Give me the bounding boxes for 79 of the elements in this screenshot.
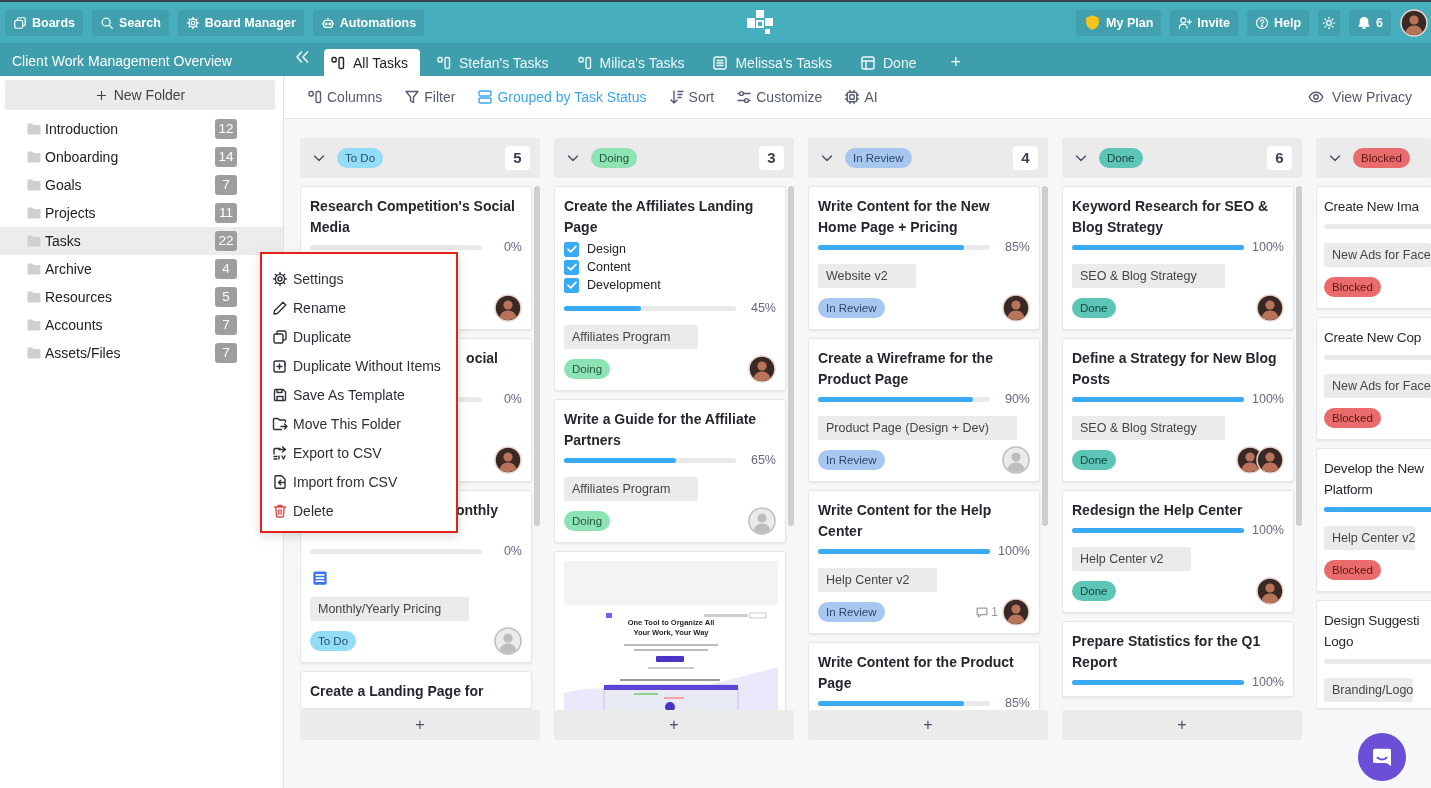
card-title: Research Competition's Social Media xyxy=(310,197,516,237)
status-badge: Doing xyxy=(564,359,611,379)
status-badge: Done xyxy=(1072,298,1116,318)
status-badge: Blocked xyxy=(1324,560,1381,580)
progress-percent: 0% xyxy=(502,240,522,254)
card-title: Design Suggesti Logo xyxy=(1324,612,1421,651)
progress-percent: 0% xyxy=(502,392,522,406)
status-badge: Done xyxy=(1072,450,1116,470)
count-badge: 3 xyxy=(759,146,784,170)
status-badge: Blocked xyxy=(1353,148,1410,168)
count-badge: 14 xyxy=(215,147,237,167)
progress-percent: 100% xyxy=(1252,392,1284,406)
checklist-item: Design xyxy=(587,242,626,256)
status-badge: To Do xyxy=(337,148,384,168)
progress-percent: 45% xyxy=(749,301,776,315)
tag: Website v2 xyxy=(818,264,916,288)
card-title: Develop the New Platform xyxy=(1324,460,1425,499)
status-badge: Blocked xyxy=(1324,277,1381,297)
count-badge: 12 xyxy=(215,119,237,139)
status-badge: To Do xyxy=(310,631,357,651)
count-badge: 7 xyxy=(215,315,237,335)
tag: New Ads for Face xyxy=(1324,243,1431,267)
progress-percent: 100% xyxy=(1252,675,1284,689)
comment-count: 1 xyxy=(991,605,998,619)
status-badge: Done xyxy=(1099,148,1143,168)
card-title: Write Content for the Product Page xyxy=(818,653,1015,693)
count-badge: 7 xyxy=(215,343,237,363)
tag: Monthly/Yearly Pricing xyxy=(310,597,470,621)
status-badge: In Review xyxy=(818,450,885,470)
tag: SEO & Blog Strategy xyxy=(1072,264,1225,288)
card-title: ocial xyxy=(466,349,498,368)
progress-percent: 85% xyxy=(1003,696,1030,710)
tag: Affiliates Program xyxy=(564,477,699,501)
card-title: Create the Affiliates Landing Page xyxy=(564,197,755,237)
card-title: Redesign the Help Center xyxy=(1072,501,1244,520)
progress-percent: 65% xyxy=(749,453,776,467)
tag: New Ads for Face xyxy=(1324,374,1431,398)
card-title: Write Content for the New Home Page + Pricing xyxy=(818,197,991,237)
progress-percent: 100% xyxy=(1252,523,1284,537)
count-badge: 4 xyxy=(215,259,237,279)
tag: Branding/Logo xyxy=(1324,678,1414,702)
tag: Help Center v2 xyxy=(1324,526,1416,550)
status-badge: In Review xyxy=(845,148,912,168)
count-badge: 4 xyxy=(1013,146,1038,170)
card-title: Write Content for the Help Center xyxy=(818,501,993,541)
tag: Help Center v2 xyxy=(1072,547,1192,571)
card-title: Create a Wireframe for the Product Page xyxy=(818,349,994,389)
checklist-item: Development xyxy=(587,278,661,292)
card-title: Create New Cop xyxy=(1324,329,1422,347)
progress-percent: 100% xyxy=(998,544,1030,558)
count-badge: 22 xyxy=(215,231,237,251)
card-title: Prepare Statistics for the Q1 Report xyxy=(1072,632,1262,672)
count-badge: 6 xyxy=(1267,146,1292,170)
tag: Affiliates Program xyxy=(564,325,699,349)
progress-percent: 90% xyxy=(1003,392,1030,406)
status-badge: Done xyxy=(1072,581,1116,601)
status-badge: Blocked xyxy=(1324,408,1381,428)
status-badge: Doing xyxy=(591,148,638,168)
count-badge: 7 xyxy=(215,175,237,195)
checklist-item: Content xyxy=(587,260,631,274)
count-badge: 11 xyxy=(215,203,237,223)
progress-percent: 85% xyxy=(1003,240,1030,254)
card-title: onthly xyxy=(456,501,498,520)
card-title: Create New Ima xyxy=(1324,198,1420,216)
count-badge: 5 xyxy=(215,287,237,307)
tag: Product Page (Design + Dev) xyxy=(818,416,1017,440)
status-badge: In Review xyxy=(818,298,885,318)
count-badge: 5 xyxy=(505,146,530,170)
board-title: Client Work Management Overview xyxy=(11,52,233,71)
tag: SEO & Blog Strategy xyxy=(1072,416,1225,440)
card-title: Keyword Research for SEO & Blog Strategy xyxy=(1072,197,1270,237)
status-badge: Doing xyxy=(564,511,611,531)
card-title: Define a Strategy for New Blog Posts xyxy=(1072,349,1278,389)
status-badge: In Review xyxy=(818,602,885,622)
progress-percent: 100% xyxy=(1252,240,1284,254)
tag: Help Center v2 xyxy=(818,568,938,592)
card-title: Write a Guide for the Affiliate Partners xyxy=(564,410,758,450)
card-title: Create a Landing Page for xyxy=(310,682,485,701)
progress-percent: 0% xyxy=(502,544,522,558)
